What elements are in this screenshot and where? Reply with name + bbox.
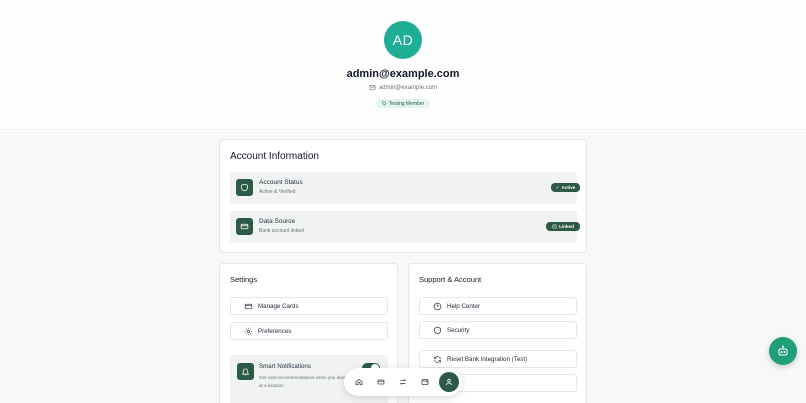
active-badge: ✓ Active bbox=[551, 183, 580, 192]
shield-icon bbox=[236, 179, 253, 196]
nav-transfer[interactable] bbox=[395, 374, 411, 390]
shield-icon bbox=[434, 326, 441, 335]
help-center-label: Help Center bbox=[447, 303, 481, 310]
wallet-icon bbox=[421, 379, 429, 386]
smart-notifications-title: Smart Notifications bbox=[259, 363, 311, 370]
profile-email-text: admin@example.com bbox=[378, 84, 438, 91]
manage-cards-button[interactable]: Manage Cards bbox=[230, 297, 388, 315]
data-source-title: Data Source bbox=[259, 218, 296, 225]
preferences-button[interactable]: Preferences bbox=[230, 322, 388, 340]
nav-home[interactable] bbox=[351, 374, 367, 390]
reset-bank-integration-button[interactable]: Reset Bank Integration (Test) bbox=[419, 350, 577, 368]
reset-bank-integration-label: Reset Bank Integration (Test) bbox=[447, 356, 528, 363]
gear-icon bbox=[244, 327, 253, 336]
refresh-icon bbox=[434, 356, 441, 363]
bank-icon bbox=[552, 224, 557, 229]
tag-icon bbox=[382, 101, 387, 106]
member-badge-label: Testing Member bbox=[388, 100, 425, 107]
settings-title: Settings bbox=[230, 275, 258, 284]
linked-badge: Linked bbox=[546, 222, 580, 231]
account-status-row: Account Status Active & Verified ✓ Activ… bbox=[230, 172, 580, 204]
linked-badge-label: Linked bbox=[559, 224, 574, 229]
mail-icon bbox=[369, 85, 376, 90]
security-button[interactable]: Security bbox=[419, 321, 577, 339]
home-icon bbox=[355, 378, 363, 386]
data-source-subtitle: Bank account linked bbox=[259, 228, 304, 234]
bot-icon bbox=[778, 345, 788, 356]
account-information-title: Account Information bbox=[230, 151, 319, 162]
account-status-title: Account Status bbox=[259, 179, 303, 186]
credit-card-icon bbox=[244, 303, 253, 310]
nav-cards[interactable] bbox=[373, 374, 389, 390]
profile-name: admin@example.com bbox=[346, 68, 460, 80]
smart-notifications-description: Get card recommendations when you dwell … bbox=[259, 375, 348, 388]
support-account-title: Support & Account bbox=[419, 275, 482, 284]
manage-cards-label: Manage Cards bbox=[258, 303, 299, 310]
member-badge: Testing Member bbox=[376, 99, 430, 108]
active-badge-label: Active bbox=[561, 185, 576, 190]
assistant-fab-button[interactable] bbox=[769, 337, 797, 365]
security-label: Security bbox=[447, 327, 470, 334]
preferences-label: Preferences bbox=[258, 328, 292, 335]
profile-header: AD admin@example.com admin@example.com T… bbox=[0, 0, 806, 130]
profile-email: admin@example.com bbox=[0, 84, 806, 91]
bell-icon bbox=[237, 363, 254, 380]
help-center-button[interactable]: Help Center bbox=[419, 297, 577, 315]
account-status-subtitle: Active & Verified bbox=[259, 189, 296, 195]
nav-profile[interactable] bbox=[439, 372, 459, 392]
transfer-icon bbox=[399, 379, 407, 385]
user-icon bbox=[445, 378, 453, 386]
avatar: AD bbox=[384, 21, 422, 59]
data-source-row: Data Source Bank account linked Linked bbox=[230, 211, 580, 243]
credit-card-icon bbox=[377, 379, 385, 385]
nav-wallet[interactable] bbox=[417, 374, 433, 390]
check-icon: ✓ bbox=[555, 184, 560, 190]
bottom-navigation bbox=[344, 368, 462, 396]
credit-card-icon bbox=[236, 218, 253, 235]
account-information-card: Account Information Account Status Activ… bbox=[219, 139, 587, 253]
help-circle-icon bbox=[433, 302, 442, 311]
